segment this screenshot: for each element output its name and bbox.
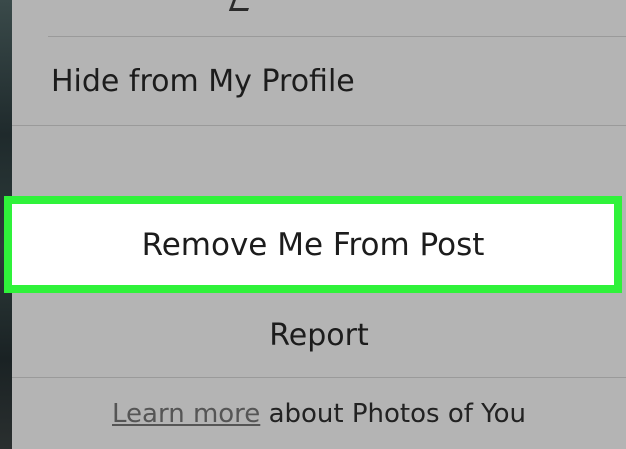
footer-space xyxy=(260,399,268,429)
report-button[interactable]: Report xyxy=(12,293,626,377)
screen: Hide from My Profile Report Learn more a… xyxy=(0,0,626,449)
cut-off-menu-item[interactable] xyxy=(12,0,626,36)
remove-me-from-post-button[interactable]: Remove Me From Post xyxy=(4,196,622,293)
cut-off-text-fragment xyxy=(228,0,255,11)
footer-text: about Photos of You xyxy=(268,398,526,429)
learn-more-footer: Learn more about Photos of You xyxy=(12,378,626,449)
hide-from-profile-button[interactable]: Hide from My Profile xyxy=(12,37,626,125)
separator xyxy=(12,125,626,126)
learn-more-link[interactable]: Learn more xyxy=(112,399,260,429)
